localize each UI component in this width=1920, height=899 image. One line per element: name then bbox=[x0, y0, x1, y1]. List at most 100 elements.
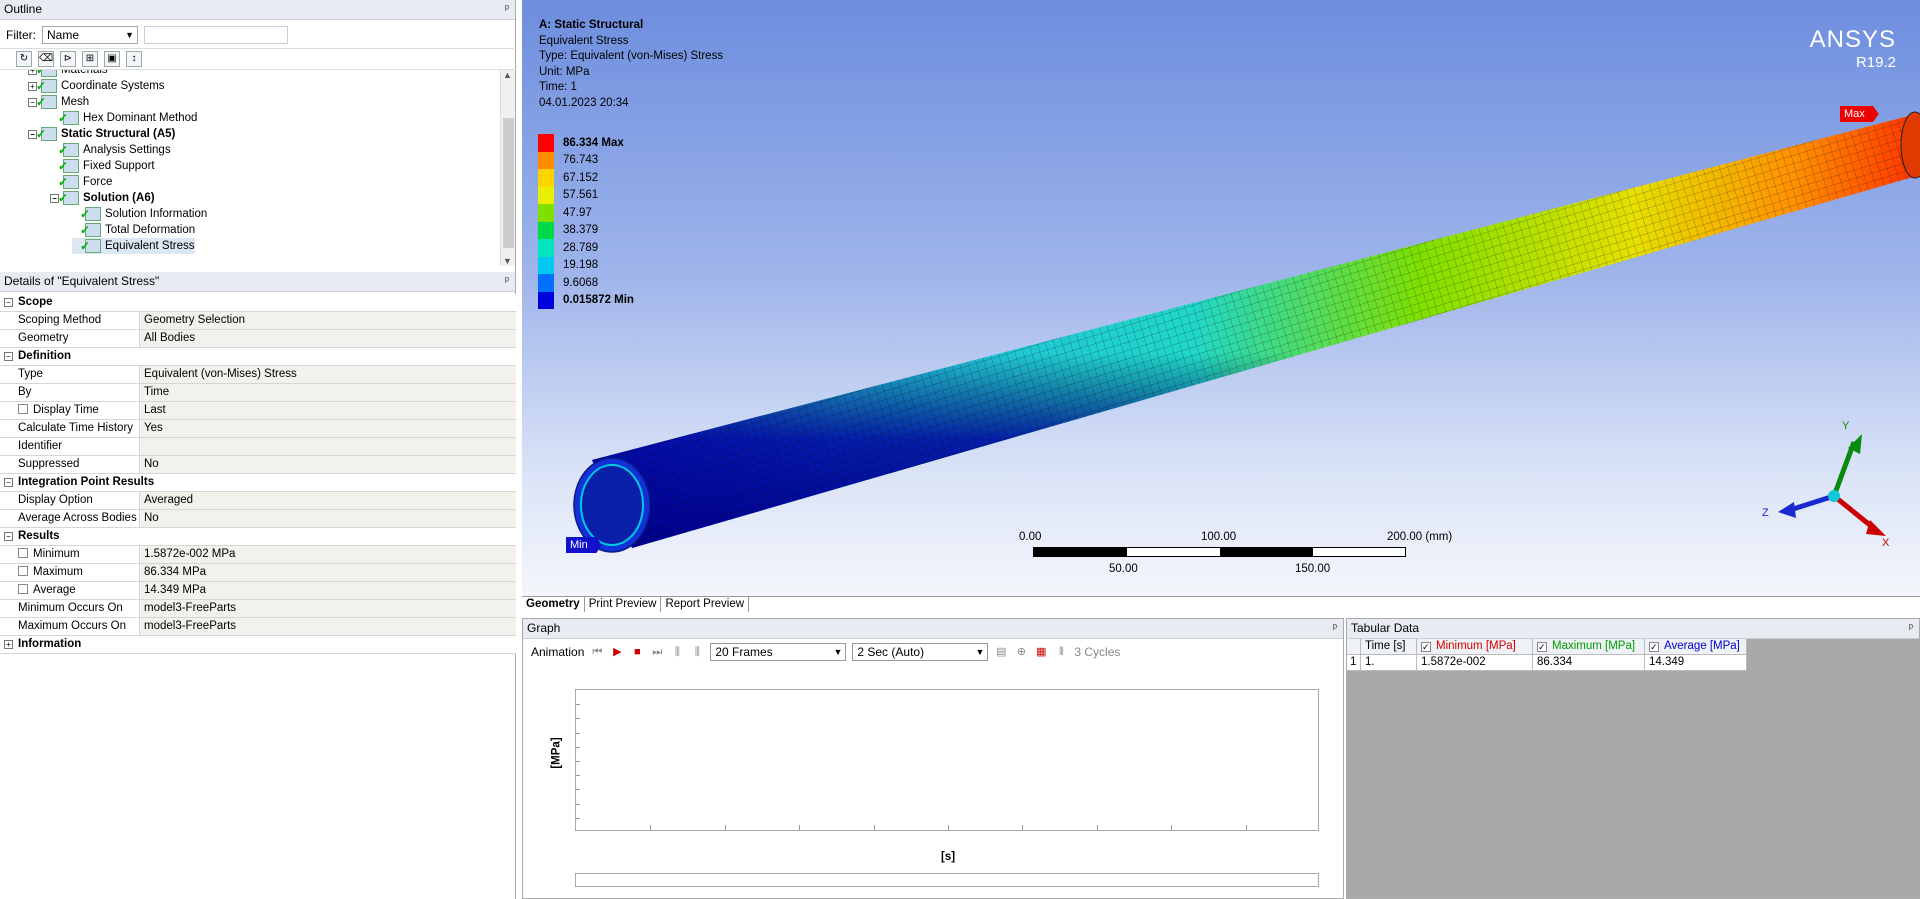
tree-node[interactable]: +Coordinate Systems bbox=[28, 78, 165, 94]
table-row[interactable]: 1 1. 1.5872e-002 86.334 14.349 bbox=[1347, 655, 1747, 671]
details-row[interactable]: Geometry All Bodies bbox=[0, 330, 516, 348]
details-value[interactable]: Geometry Selection bbox=[140, 312, 516, 329]
group-expander-icon[interactable]: − bbox=[4, 478, 13, 487]
details-row[interactable]: Type Equivalent (von-Mises) Stress bbox=[0, 366, 516, 384]
details-row[interactable]: Maximum 86.334 MPa bbox=[0, 564, 516, 582]
details-value[interactable]: 14.349 MPa bbox=[140, 582, 516, 599]
grid-icon[interactable]: ▦ bbox=[1034, 645, 1048, 659]
tree-node[interactable]: Solution Information bbox=[72, 206, 207, 222]
graphics-viewport[interactable]: A: Static Structural Equivalent Stress T… bbox=[522, 0, 1920, 596]
frames-select[interactable]: 20 Frames ▼ bbox=[710, 643, 847, 661]
pipe-model[interactable]: Y X Z bbox=[522, 0, 1920, 596]
folder-icon[interactable]: ▣ bbox=[104, 51, 120, 67]
details-value[interactable] bbox=[140, 438, 516, 455]
details-group[interactable]: − Definition bbox=[0, 348, 516, 366]
details-row[interactable]: Average Across Bodies No bbox=[0, 510, 516, 528]
tree-node[interactable]: Analysis Settings bbox=[50, 142, 171, 158]
details-value[interactable]: No bbox=[140, 510, 516, 527]
tab-print-preview[interactable]: Print Preview bbox=[585, 597, 662, 612]
group-expander-icon[interactable]: + bbox=[4, 640, 13, 649]
tree-node[interactable]: −Static Structural (A5) bbox=[28, 126, 175, 142]
result-sets-icon[interactable]: ⫼ bbox=[690, 645, 704, 659]
pin-icon[interactable]: ᵖ bbox=[1909, 619, 1913, 638]
details-row[interactable]: Display Option Averaged bbox=[0, 492, 516, 510]
tabular-column-header[interactable]: ✓ Average [MPa] bbox=[1645, 639, 1747, 655]
details-row[interactable]: Calculate Time History Yes bbox=[0, 420, 516, 438]
details-row[interactable]: By Time bbox=[0, 384, 516, 402]
details-value[interactable]: Equivalent (von-Mises) Stress bbox=[140, 366, 516, 383]
distributed-frames-icon[interactable]: ⫼ bbox=[670, 645, 684, 659]
filter-select[interactable]: Name ▼ bbox=[42, 26, 138, 44]
cycles-icon[interactable]: ⫴ bbox=[1054, 645, 1068, 659]
tree-icon[interactable]: ⊳ bbox=[60, 51, 76, 67]
tree-node[interactable]: −Solution (A6) bbox=[50, 190, 155, 206]
details-group[interactable]: − Results bbox=[0, 528, 516, 546]
details-value[interactable]: Averaged bbox=[140, 492, 516, 509]
details-row[interactable]: Maximum Occurs On model3-FreeParts bbox=[0, 618, 516, 636]
pin-icon[interactable]: ᵖ bbox=[505, 0, 509, 19]
details-value[interactable]: model3-FreeParts bbox=[140, 600, 516, 617]
series-checkbox[interactable]: ✓ bbox=[1649, 642, 1659, 652]
filter-input[interactable] bbox=[144, 26, 288, 44]
zoom-icon[interactable]: ⊕ bbox=[1014, 645, 1028, 659]
details-group[interactable]: + Information bbox=[0, 636, 516, 654]
clear-icon[interactable]: ⌫ bbox=[38, 51, 54, 67]
play-icon[interactable]: ▶ bbox=[610, 645, 624, 659]
details-group[interactable]: − Scope bbox=[0, 294, 516, 312]
details-value[interactable]: All Bodies bbox=[140, 330, 516, 347]
scroll-down-icon[interactable]: ▼ bbox=[503, 256, 512, 266]
pin-icon[interactable]: ᵖ bbox=[505, 272, 509, 291]
details-value[interactable]: model3-FreeParts bbox=[140, 618, 516, 635]
tab-geometry[interactable]: Geometry bbox=[522, 597, 585, 612]
stop-icon[interactable]: ■ bbox=[630, 645, 644, 659]
tree-scrollbar[interactable]: ▲ ▼ bbox=[500, 70, 515, 266]
details-value[interactable]: 1.5872e-002 MPa bbox=[140, 546, 516, 563]
details-value[interactable]: Yes bbox=[140, 420, 516, 437]
group-expander-icon[interactable]: − bbox=[4, 298, 13, 307]
parameter-checkbox[interactable] bbox=[18, 404, 28, 414]
refresh-icon[interactable]: ↻ bbox=[16, 51, 32, 67]
group-expander-icon[interactable]: − bbox=[4, 532, 13, 541]
details-value[interactable]: No bbox=[140, 456, 516, 473]
tree-node[interactable]: −Mesh bbox=[28, 94, 89, 110]
expand-icon[interactable]: ⊞ bbox=[82, 51, 98, 67]
scroll-thumb[interactable] bbox=[503, 118, 514, 248]
parameter-checkbox[interactable] bbox=[18, 566, 28, 576]
series-checkbox[interactable]: ✓ bbox=[1537, 642, 1547, 652]
tree-node[interactable]: Equivalent Stress bbox=[72, 238, 195, 254]
details-row[interactable]: Average 14.349 MPa bbox=[0, 582, 516, 600]
details-row[interactable]: Scoping Method Geometry Selection bbox=[0, 312, 516, 330]
details-value[interactable]: Last bbox=[140, 402, 516, 419]
details-value[interactable]: 86.334 MPa bbox=[140, 564, 516, 581]
group-expander-icon[interactable]: − bbox=[4, 352, 13, 361]
tab-report-preview[interactable]: Report Preview bbox=[661, 597, 750, 612]
details-row[interactable]: Minimum Occurs On model3-FreeParts bbox=[0, 600, 516, 618]
series-checkbox[interactable]: ✓ bbox=[1421, 642, 1431, 652]
details-group[interactable]: − Integration Point Results bbox=[0, 474, 516, 492]
scroll-up-icon[interactable]: ▲ bbox=[503, 70, 512, 80]
max-probe-tag[interactable]: Max bbox=[1840, 106, 1879, 122]
tabular-column-header[interactable]: Time [s] bbox=[1361, 639, 1417, 655]
pin-icon[interactable]: ᵖ bbox=[1333, 619, 1337, 638]
details-value[interactable]: Time bbox=[140, 384, 516, 401]
duration-select[interactable]: 2 Sec (Auto) ▼ bbox=[852, 643, 989, 661]
tree-node[interactable]: Total Deformation bbox=[72, 222, 195, 238]
tree-node[interactable]: Force bbox=[50, 174, 112, 190]
parameter-checkbox[interactable] bbox=[18, 584, 28, 594]
graph-plot-area[interactable] bbox=[575, 689, 1319, 831]
details-row[interactable]: Suppressed No bbox=[0, 456, 516, 474]
tabular-column-header[interactable]: ✓ Maximum [MPa] bbox=[1533, 639, 1645, 655]
tabular-column-header[interactable]: ✓ Minimum [MPa] bbox=[1417, 639, 1533, 655]
tree-node[interactable]: Hex Dominant Method bbox=[50, 110, 197, 126]
tree-node[interactable]: +Materials bbox=[28, 70, 108, 78]
parameter-checkbox[interactable] bbox=[18, 548, 28, 558]
export-video-icon[interactable]: ▤ bbox=[994, 645, 1008, 659]
sort-icon[interactable]: ↕ bbox=[126, 51, 142, 67]
last-frame-icon[interactable]: ⏭ bbox=[650, 645, 664, 659]
details-row[interactable]: Minimum 1.5872e-002 MPa bbox=[0, 546, 516, 564]
triad-axes[interactable]: Y X Z bbox=[1762, 420, 1890, 549]
first-frame-icon[interactable]: ⏮ bbox=[590, 645, 604, 659]
details-row[interactable]: Display Time Last bbox=[0, 402, 516, 420]
details-row[interactable]: Identifier bbox=[0, 438, 516, 456]
graph-scrollbar[interactable] bbox=[575, 873, 1319, 887]
